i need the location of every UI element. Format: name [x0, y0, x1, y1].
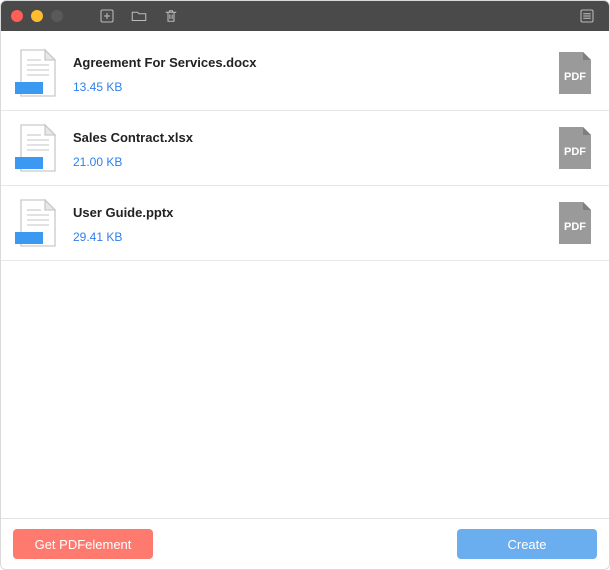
window-controls [11, 10, 63, 22]
document-icon [15, 198, 57, 248]
app-window: Agreement For Services.docx 13.45 KB PDF [0, 0, 610, 570]
output-format-icon: PDF [555, 125, 595, 171]
output-format-icon: PDF [555, 200, 595, 246]
file-list: Agreement For Services.docx 13.45 KB PDF [1, 31, 609, 518]
trash-icon [162, 7, 180, 25]
minimize-window-button[interactable] [31, 10, 43, 22]
delete-button[interactable] [159, 4, 183, 28]
file-size: 29.41 KB [73, 230, 539, 244]
create-button[interactable]: Create [457, 529, 597, 559]
document-icon [15, 123, 57, 173]
file-row[interactable]: User Guide.pptx 29.41 KB PDF [1, 186, 609, 261]
file-name: Sales Contract.xlsx [73, 130, 539, 145]
file-row[interactable]: Agreement For Services.docx 13.45 KB PDF [1, 36, 609, 111]
document-icon [15, 48, 57, 98]
file-name: Agreement For Services.docx [73, 55, 539, 70]
file-size: 21.00 KB [73, 155, 539, 169]
list-view-button[interactable] [575, 4, 599, 28]
pdf-label: PDF [564, 71, 586, 83]
get-pdfelement-button[interactable]: Get PDFelement [13, 529, 153, 559]
file-row[interactable]: Sales Contract.xlsx 21.00 KB PDF [1, 111, 609, 186]
close-window-button[interactable] [11, 10, 23, 22]
file-size: 13.45 KB [73, 80, 539, 94]
list-icon [578, 7, 596, 25]
file-name: User Guide.pptx [73, 205, 539, 220]
maximize-window-button[interactable] [51, 10, 63, 22]
add-file-button[interactable] [95, 4, 119, 28]
titlebar [1, 1, 609, 31]
add-file-icon [98, 7, 116, 25]
pdf-label: PDF [564, 146, 586, 158]
footer: Get PDFelement Create [1, 518, 609, 569]
file-meta: Agreement For Services.docx 13.45 KB [73, 53, 539, 94]
folder-icon [130, 7, 148, 25]
file-meta: User Guide.pptx 29.41 KB [73, 203, 539, 244]
pdf-label: PDF [564, 221, 586, 233]
open-folder-button[interactable] [127, 4, 151, 28]
output-format-icon: PDF [555, 50, 595, 96]
file-meta: Sales Contract.xlsx 21.00 KB [73, 128, 539, 169]
